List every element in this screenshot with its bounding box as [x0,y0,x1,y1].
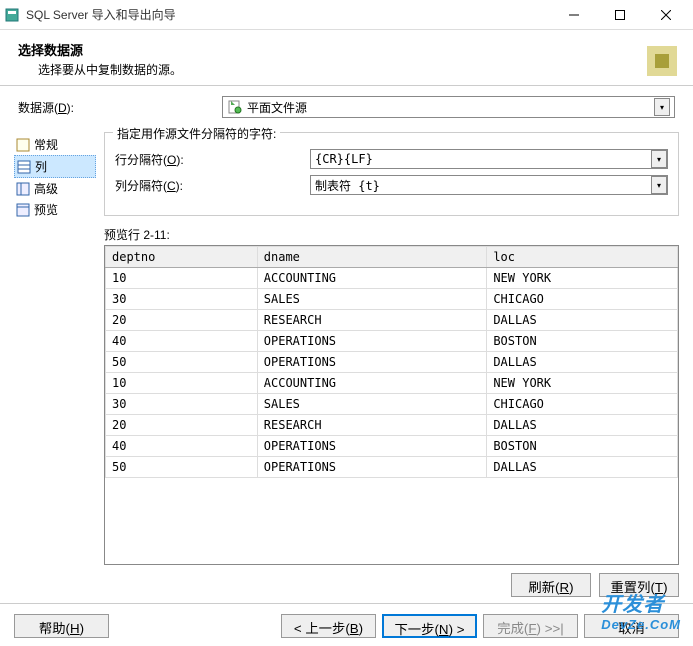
table-cell: 10 [106,373,258,394]
table-cell: 30 [106,289,258,310]
table-row[interactable]: 20RESEARCHDALLAS [106,310,678,331]
wizard-header: 选择数据源 选择要从中复制数据的源。 [0,30,693,86]
table-row[interactable]: 50OPERATIONSDALLAS [106,457,678,478]
chevron-down-icon[interactable]: ▾ [651,176,667,194]
table-row[interactable]: 30SALESCHICAGO [106,394,678,415]
datasource-row: 数据源(D): 平面文件源 ▾ [0,86,693,132]
table-row[interactable]: 50OPERATIONSDALLAS [106,352,678,373]
table-cell: 40 [106,331,258,352]
general-icon [16,138,30,152]
chevron-down-icon[interactable]: ▾ [654,98,670,116]
table-cell: SALES [257,289,487,310]
table-cell: OPERATIONS [257,331,487,352]
table-row[interactable]: 20RESEARCHDALLAS [106,415,678,436]
table-row[interactable]: 10ACCOUNTINGNEW YORK [106,373,678,394]
table-cell: 40 [106,436,258,457]
close-button[interactable] [643,0,689,30]
fieldset-legend: 指定用作源文件分隔符的字符: [113,125,280,142]
table-row[interactable]: 40OPERATIONSBOSTON [106,331,678,352]
table-cell: 20 [106,310,258,331]
sidebar-item-general[interactable]: 常规 [14,134,96,155]
delimiter-fieldset: 指定用作源文件分隔符的字符: 行分隔符(O): {CR}{LF} ▾ 列分隔符(… [104,132,679,216]
flatfile-icon [227,99,243,115]
app-icon [4,7,20,23]
table-cell: ACCOUNTING [257,268,487,289]
help-button[interactable]: 帮助(H) [14,614,109,638]
window-controls [551,0,689,30]
reset-columns-button[interactable]: 重置列(T) [599,573,679,597]
table-cell: SALES [257,394,487,415]
table-cell: BOSTON [487,331,678,352]
table-cell: 30 [106,394,258,415]
table-cell: OPERATIONS [257,457,487,478]
sidebar-item-label: 预览 [34,201,58,218]
back-button[interactable]: < 上一步(B) [281,614,376,638]
page-title: 选择数据源 [18,40,675,59]
column-header[interactable]: deptno [106,247,258,268]
table-cell: RESEARCH [257,310,487,331]
sidebar-item-columns[interactable]: 列 [14,155,96,178]
table-cell: DALLAS [487,415,678,436]
row-delimiter-combo[interactable]: {CR}{LF} ▾ [310,149,668,169]
table-cell: 10 [106,268,258,289]
cancel-button[interactable]: 取消 [584,614,679,638]
sidebar-item-advanced[interactable]: 高级 [14,178,96,199]
table-cell: NEW YORK [487,268,678,289]
advanced-icon [16,182,30,196]
refresh-button[interactable]: 刷新(R) [511,573,591,597]
datasource-label: 数据源(D): [18,99,208,116]
table-cell: ACCOUNTING [257,373,487,394]
table-row[interactable]: 40OPERATIONSBOSTON [106,436,678,457]
columns-icon [17,160,31,174]
titlebar: SQL Server 导入和导出向导 [0,0,693,30]
sidebar-item-preview[interactable]: 预览 [14,199,96,220]
col-delimiter-combo[interactable]: 制表符 {t} ▾ [310,175,668,195]
col-delimiter-value: 制表符 {t} [311,177,651,194]
preview-icon [16,203,30,217]
table-cell: DALLAS [487,352,678,373]
next-button[interactable]: 下一步(N) > [382,614,477,638]
col-delimiter-label: 列分隔符(C): [115,177,310,194]
table-cell: OPERATIONS [257,436,487,457]
sidebar-item-label: 列 [35,158,47,175]
sidebar: 常规 列 高级 预览 [14,132,96,601]
table-cell: DALLAS [487,457,678,478]
sidebar-item-label: 高级 [34,180,58,197]
table-row[interactable]: 10ACCOUNTINGNEW YORK [106,268,678,289]
preview-table: deptnodnameloc 10ACCOUNTINGNEW YORK30SAL… [105,246,678,478]
maximize-button[interactable] [597,0,643,30]
column-header[interactable]: loc [487,247,678,268]
table-cell: 20 [106,415,258,436]
table-cell: BOSTON [487,436,678,457]
table-cell: DALLAS [487,310,678,331]
table-cell: 50 [106,457,258,478]
minimize-button[interactable] [551,0,597,30]
table-cell: OPERATIONS [257,352,487,373]
preview-label: 预览行 2-11: [104,226,679,243]
wizard-graphic-icon [637,36,687,86]
table-row[interactable]: 30SALESCHICAGO [106,289,678,310]
preview-table-wrap[interactable]: deptnodnameloc 10ACCOUNTINGNEW YORK30SAL… [104,245,679,565]
finish-button: 完成(F) >>| [483,614,578,638]
titlebar-text: SQL Server 导入和导出向导 [26,6,551,23]
table-cell: CHICAGO [487,289,678,310]
table-cell: RESEARCH [257,415,487,436]
row-delimiter-value: {CR}{LF} [311,152,651,166]
table-cell: NEW YORK [487,373,678,394]
datasource-combo[interactable]: 平面文件源 ▾ [222,96,675,118]
table-cell: 50 [106,352,258,373]
chevron-down-icon[interactable]: ▾ [651,150,667,168]
wizard-footer: 帮助(H) < 上一步(B) 下一步(N) > 完成(F) >>| 取消 [0,603,693,638]
sidebar-item-label: 常规 [34,136,58,153]
row-delimiter-label: 行分隔符(O): [115,151,310,168]
datasource-value: 平面文件源 [247,99,654,116]
table-cell: CHICAGO [487,394,678,415]
column-header[interactable]: dname [257,247,487,268]
page-subtitle: 选择要从中复制数据的源。 [38,61,675,78]
